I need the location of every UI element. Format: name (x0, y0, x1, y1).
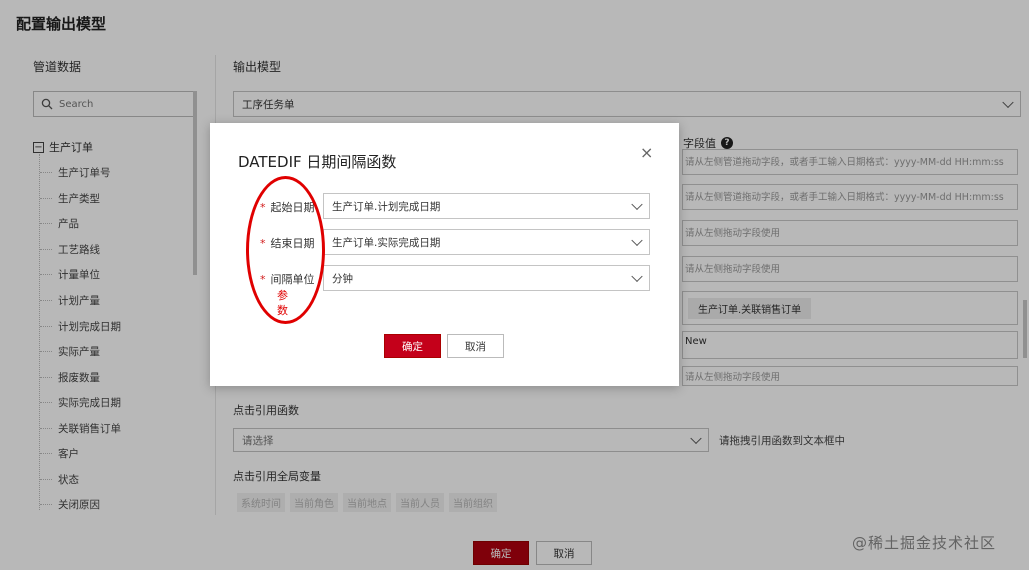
interval-unit-select[interactable]: 分钟 (323, 265, 650, 291)
annotation-text: 参数 (277, 289, 288, 317)
end-date-select[interactable]: 生产订单.实际完成日期 (323, 229, 650, 255)
chevron-down-icon (631, 270, 643, 283)
dialog-confirm-button[interactable]: 确定 (384, 334, 441, 358)
start-date-select[interactable]: 生产订单.计划完成日期 (323, 193, 650, 219)
dialog-cancel-button[interactable]: 取消 (447, 334, 504, 358)
dialog-title: DATEDIF 日期间隔函数 (238, 153, 397, 171)
interval-unit-value: 分钟 (332, 272, 353, 285)
start-date-value: 生产订单.计划完成日期 (332, 200, 441, 213)
chevron-down-icon (631, 198, 643, 211)
end-date-value: 生产订单.实际完成日期 (332, 236, 441, 249)
close-icon[interactable]: × (640, 145, 653, 161)
chevron-down-icon (631, 234, 643, 247)
